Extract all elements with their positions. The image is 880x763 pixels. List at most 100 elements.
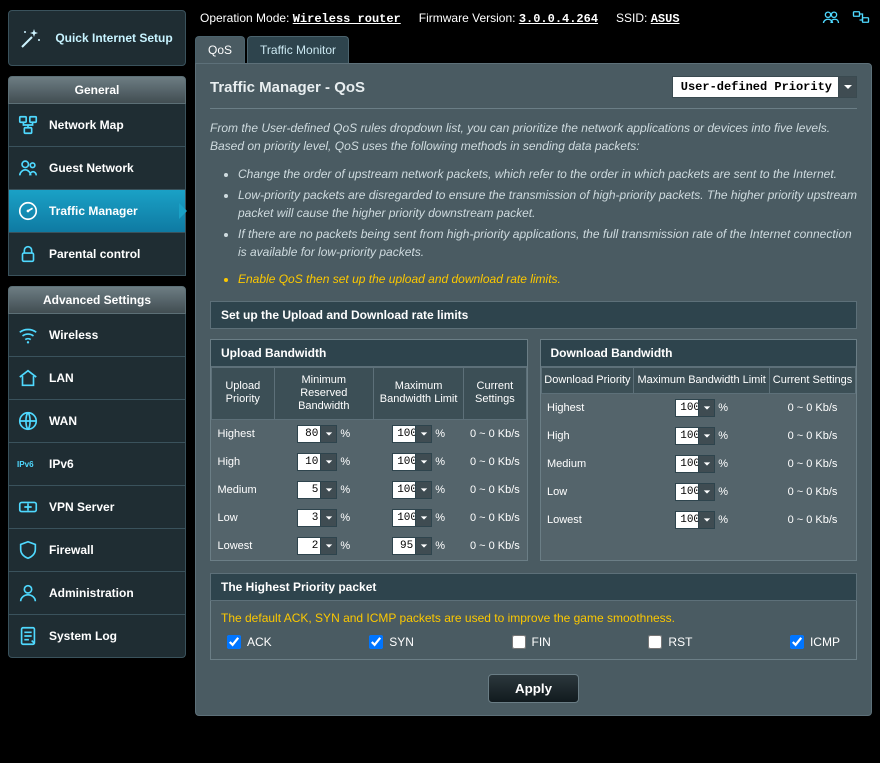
checkbox[interactable] <box>369 635 383 649</box>
percent-select[interactable]: 100 <box>675 399 715 417</box>
quick-internet-setup[interactable]: Quick Internet Setup <box>8 10 186 66</box>
current-settings: 0 ~ 0 Kb/s <box>464 448 526 476</box>
percent-select[interactable]: 100 <box>392 481 432 499</box>
percent-select[interactable]: 3 <box>297 509 337 527</box>
percent-sign: % <box>718 402 728 414</box>
globe-icon <box>17 410 39 432</box>
percent-select[interactable]: 2 <box>297 537 337 555</box>
pkt-checkbox-icmp[interactable]: ICMP <box>790 635 840 649</box>
current-settings: 0 ~ 0 Kb/s <box>464 476 526 504</box>
priority-label: Lowest <box>541 506 634 534</box>
priority-label: Medium <box>541 450 634 478</box>
checkbox[interactable] <box>227 635 241 649</box>
sidebar-item-vpn-server[interactable]: VPN Server <box>8 486 186 529</box>
chevron-down-icon <box>320 482 336 498</box>
percent-value: 80 <box>298 428 320 440</box>
percent-sign: % <box>718 486 728 498</box>
checkbox-label: SYN <box>389 635 414 649</box>
checkbox[interactable] <box>512 635 526 649</box>
sidebar-item-lan[interactable]: LAN <box>8 357 186 400</box>
sidebar-item-guest-network[interactable]: Guest Network <box>8 147 186 190</box>
ipv6-icon: IPv6 <box>17 453 39 475</box>
sidebar-item-system-log[interactable]: System Log <box>8 615 186 658</box>
percent-select[interactable]: 100 <box>675 483 715 501</box>
fw-value[interactable]: 3.0.0.4.264 <box>519 12 598 26</box>
apply-button[interactable]: Apply <box>488 674 579 703</box>
sidebar-item-administration[interactable]: Administration <box>8 572 186 615</box>
table-row: Highest100 %0 ~ 0 Kb/s <box>541 393 856 422</box>
percent-value: 100 <box>676 514 698 526</box>
percent-select[interactable]: 100 <box>392 509 432 527</box>
percent-select[interactable]: 80 <box>297 425 337 443</box>
percent-sign: % <box>435 540 445 552</box>
op-mode-value[interactable]: Wireless router <box>293 12 401 26</box>
highest-priority-title: The Highest Priority packet <box>210 573 857 601</box>
checkbox-label: FIN <box>532 635 551 649</box>
sidebar-item-label: IPv6 <box>49 457 74 471</box>
sidebar-item-traffic-manager[interactable]: Traffic Manager <box>8 190 186 233</box>
checkbox[interactable] <box>790 635 804 649</box>
panel-qos: Traffic Manager - QoS User-defined Prior… <box>195 63 872 716</box>
tab-bar: QoS Traffic Monitor <box>195 36 872 63</box>
enable-qos-note: Enable QoS then set up the upload and do… <box>238 270 857 289</box>
percent-select[interactable]: 10 <box>297 453 337 471</box>
table-row: Highest80 %100 %0 ~ 0 Kb/s <box>212 420 527 449</box>
fw-label: Firmware Version: <box>419 11 516 25</box>
percent-select[interactable]: 100 <box>675 511 715 529</box>
chevron-down-icon <box>320 510 336 526</box>
table-row: Medium100 %0 ~ 0 Kb/s <box>541 450 856 478</box>
chevron-down-icon <box>698 400 714 416</box>
users-icon[interactable] <box>822 10 840 27</box>
table-row: Low100 %0 ~ 0 Kb/s <box>541 478 856 506</box>
log-icon <box>17 625 39 647</box>
sidebar-item-label: Parental control <box>49 247 140 261</box>
percent-select[interactable]: 95 <box>392 537 432 555</box>
priority-mode-value: User-defined Priority <box>673 80 838 94</box>
percent-value: 100 <box>393 428 415 440</box>
pkt-checkbox-rst[interactable]: RST <box>648 635 692 649</box>
advanced-header: Advanced Settings <box>8 286 186 314</box>
table-row: High10 %100 %0 ~ 0 Kb/s <box>212 448 527 476</box>
chevron-down-icon <box>698 484 714 500</box>
sidebar-item-wan[interactable]: WAN <box>8 400 186 443</box>
percent-select[interactable]: 100 <box>675 455 715 473</box>
highest-priority-panel: The default ACK, SYN and ICMP packets ar… <box>210 601 857 660</box>
tab-traffic-monitor[interactable]: Traffic Monitor <box>247 36 349 63</box>
sidebar-item-network-map[interactable]: Network Map <box>8 104 186 147</box>
panel-title: Traffic Manager - QoS <box>210 79 365 96</box>
col-current: Current Settings <box>770 367 856 393</box>
tab-qos[interactable]: QoS <box>195 36 245 63</box>
chevron-down-icon <box>320 538 336 554</box>
percent-sign: % <box>718 458 728 470</box>
col-current: Current Settings <box>464 367 526 420</box>
percent-value: 100 <box>393 484 415 496</box>
current-settings: 0 ~ 0 Kb/s <box>770 422 856 450</box>
percent-select[interactable]: 100 <box>392 453 432 471</box>
op-mode-label: Operation Mode: <box>200 11 289 25</box>
checkbox-label: ACK <box>247 635 272 649</box>
pkt-checkbox-ack[interactable]: ACK <box>227 635 272 649</box>
percent-select[interactable]: 5 <box>297 481 337 499</box>
checkbox[interactable] <box>648 635 662 649</box>
percent-select[interactable]: 100 <box>392 425 432 443</box>
pkt-checkbox-syn[interactable]: SYN <box>369 635 414 649</box>
sidebar-item-ipv6[interactable]: IPv6 IPv6 <box>8 443 186 486</box>
user-icon <box>17 582 39 604</box>
percent-sign: % <box>340 456 350 468</box>
sidebar-item-wireless[interactable]: Wireless <box>8 314 186 357</box>
priority-mode-select[interactable]: User-defined Priority <box>672 76 857 98</box>
col-max-limit: Maximum Bandwidth Limit <box>634 367 770 393</box>
download-card-title: Download Bandwidth <box>541 340 857 367</box>
priority-label: Lowest <box>212 532 275 560</box>
network-icon[interactable] <box>852 10 870 27</box>
sidebar-item-label: Traffic Manager <box>49 204 138 218</box>
percent-select[interactable]: 100 <box>675 427 715 445</box>
pkt-checkbox-fin[interactable]: FIN <box>512 635 551 649</box>
sidebar-item-parental-control[interactable]: Parental control <box>8 233 186 276</box>
sidebar-item-firewall[interactable]: Firewall <box>8 529 186 572</box>
current-settings: 0 ~ 0 Kb/s <box>464 532 526 560</box>
ssid-value[interactable]: ASUS <box>651 12 680 26</box>
sidebar-item-label: Administration <box>49 586 134 600</box>
chevron-down-icon <box>415 482 431 498</box>
percent-sign: % <box>340 512 350 524</box>
